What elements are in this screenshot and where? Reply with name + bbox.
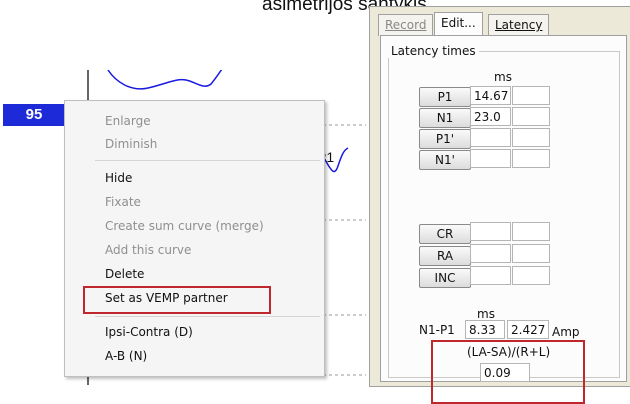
n1-p1-amp-field[interactable]: 2.427 — [507, 320, 549, 339]
context-menu: Enlarge Diminish Hide Fixate Create sum … — [64, 100, 325, 377]
inc-button[interactable]: INC — [419, 268, 471, 288]
ms-unit-label: ms — [494, 70, 512, 84]
edit-panel: Latency times ms P1 14.67 N1 23.0 P1' N1… — [380, 35, 627, 404]
n1-latency-field[interactable]: 23.0 — [470, 107, 511, 126]
p1-extra-field[interactable] — [512, 86, 550, 105]
edit-dialog: Record Edit... Latency Latency times ms … — [369, 6, 630, 404]
amp-unit-label: Amp — [552, 325, 580, 339]
inc-field[interactable] — [470, 266, 511, 285]
n1-button[interactable]: N1 — [419, 108, 471, 128]
cr-field[interactable] — [470, 222, 511, 241]
menu-item-diminish[interactable]: Diminish — [105, 133, 318, 155]
n1-p1-label: N1-P1 — [419, 323, 455, 337]
menu-item-ipsi-contra[interactable]: Ipsi-Contra (D) — [105, 321, 318, 343]
menu-item-fixate[interactable]: Fixate — [105, 191, 318, 213]
menu-item-create-sum-curve[interactable]: Create sum curve (merge) — [105, 215, 318, 237]
cr-button[interactable]: CR — [419, 224, 471, 244]
p1-button[interactable]: P1 — [419, 87, 471, 107]
n1-prime-latency-field[interactable] — [470, 149, 511, 168]
menu-item-delete[interactable]: Delete — [105, 263, 318, 285]
menu-item-enlarge[interactable]: Enlarge — [105, 110, 318, 132]
n1-p1-ms-field[interactable]: 8.33 — [465, 320, 505, 339]
level-badge: 95 — [3, 104, 65, 126]
n1-prime-extra-field[interactable] — [512, 149, 550, 168]
asymmetry-formula-label: (LA-SA)/(R+L) — [467, 345, 551, 359]
tab-latency[interactable]: Latency — [488, 14, 550, 36]
latency-group-title: Latency times — [388, 44, 479, 58]
n1-extra-field[interactable] — [512, 107, 550, 126]
menu-separator — [95, 160, 320, 161]
ra-field[interactable] — [470, 244, 511, 263]
ra-extra-field[interactable] — [512, 244, 550, 263]
ra-button[interactable]: RA — [419, 246, 471, 266]
waveform-trace — [107, 70, 223, 90]
n1-prime-button[interactable]: N1' — [419, 150, 471, 170]
cr-extra-field[interactable] — [512, 222, 550, 241]
inc-extra-field[interactable] — [512, 266, 550, 285]
tab-record[interactable]: Record — [378, 14, 434, 36]
interpeak-ms-label: ms — [477, 307, 495, 321]
menu-item-set-vemp-partner[interactable]: Set as VEMP partner — [105, 287, 318, 309]
asymmetry-ratio-field[interactable]: 0.09 — [480, 363, 530, 382]
p1-prime-extra-field[interactable] — [512, 128, 550, 147]
p1-prime-latency-field[interactable] — [470, 128, 511, 147]
menu-item-add-this-curve[interactable]: Add this curve — [105, 239, 318, 261]
tab-edit[interactable]: Edit... — [434, 12, 483, 37]
p1-latency-field[interactable]: 14.67 — [470, 86, 511, 105]
menu-item-hide[interactable]: Hide — [105, 167, 318, 189]
menu-item-a-b[interactable]: A-B (N) — [105, 345, 318, 367]
menu-separator — [95, 316, 320, 317]
p1-prime-button[interactable]: P1' — [419, 129, 471, 149]
